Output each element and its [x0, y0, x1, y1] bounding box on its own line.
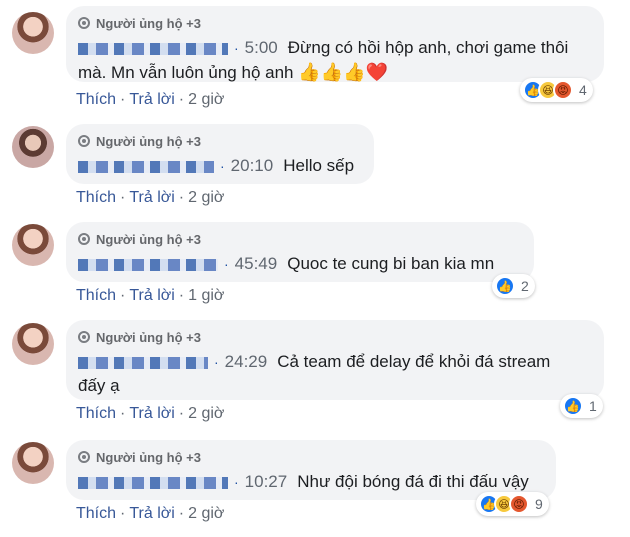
supporter-icon [78, 233, 90, 245]
supporter-badge: Người ủng hộ +3 [78, 448, 544, 466]
like-icon: 👍 [563, 396, 583, 416]
comment-bubble: Người ủng hộ +3 · 10:27 Như đội bóng đá đi… [66, 440, 556, 500]
video-timestamp[interactable]: 20:10 [231, 156, 274, 175]
separator-dot: · [224, 256, 229, 272]
comment-bubble: Người ủng hộ +3 · 5:00 Đừng có hồi hộp anh… [66, 6, 604, 82]
separator-dot: · [234, 474, 239, 490]
reply-link[interactable]: Trả lời [129, 91, 174, 108]
comment-bubble: Người ủng hộ +3 · 24:29 Cả team để delay đ… [66, 320, 604, 400]
supporter-icon [78, 135, 90, 147]
comment-text: · 20:10 Hello sếp [78, 154, 362, 178]
comment-text: · 5:00 Đừng có hồi hộp anh, chơi game thôi [78, 36, 592, 60]
blurred-author-name[interactable] [78, 258, 218, 271]
separator-dot: · [234, 40, 239, 56]
like-link[interactable]: Thích [76, 287, 116, 304]
blurred-author-name[interactable] [78, 42, 228, 55]
blurred-author-name[interactable] [78, 356, 208, 369]
comment-age[interactable]: 2 giờ [188, 505, 224, 522]
comment-bubble: Người ủng hộ +3 · 20:10 Hello sếp [66, 124, 374, 184]
supporter-icon [78, 451, 90, 463]
blurred-author-name[interactable] [78, 160, 214, 173]
video-timestamp[interactable]: 45:49 [235, 254, 278, 273]
comment-age[interactable]: 2 giờ [188, 91, 224, 108]
reaction-count: 9 [535, 496, 543, 512]
avatar[interactable] [12, 442, 54, 484]
comment-actions: Thích · Trả lời · 2 giờ [76, 505, 225, 522]
like-link[interactable]: Thích [76, 405, 116, 422]
comment-actions: Thích · Trả lời · 2 giờ [76, 189, 225, 206]
emoji-reactions-text: 👍👍👍❤️ [298, 62, 388, 82]
reaction-count: 4 [579, 82, 587, 98]
blurred-author-name[interactable] [78, 476, 228, 489]
video-timestamp[interactable]: 24:29 [225, 352, 268, 371]
video-timestamp[interactable]: 5:00 [245, 38, 278, 57]
reply-link[interactable]: Trả lời [129, 287, 174, 304]
angry-icon: 😡 [509, 494, 529, 514]
supporter-badge-label: Người ủng hộ +3 [96, 15, 201, 31]
supporter-badge: Người ủng hộ +3 [78, 14, 592, 32]
video-timestamp[interactable]: 10:27 [245, 472, 288, 491]
comment-text: · 24:29 Cả team để delay để khỏi đá stream [78, 350, 592, 374]
reply-link[interactable]: Trả lời [129, 405, 174, 422]
supporter-badge: Người ủng hộ +3 [78, 328, 592, 346]
reaction-count: 2 [521, 278, 529, 294]
comment-text: · 45:49 Quoc te cung bi ban kia mn [78, 252, 522, 276]
reaction-summary[interactable]: 👍 1 [560, 394, 603, 418]
supporter-badge: Người ủng hộ +3 [78, 132, 362, 150]
separator-dot: · [214, 354, 219, 370]
comment-actions: Thích · Trả lời · 1 giờ [76, 287, 225, 304]
reaction-count: 1 [589, 398, 597, 414]
reply-link[interactable]: Trả lời [129, 505, 174, 522]
comment-bubble: Người ủng hộ +3 · 45:49 Quoc te cung bi ba… [66, 222, 534, 282]
angry-icon: 😡 [553, 80, 573, 100]
comment-actions: Thích · Trả lời · 2 giờ [76, 405, 225, 422]
supporter-badge-label: Người ủng hộ +3 [96, 329, 201, 345]
comment-age[interactable]: 2 giờ [188, 405, 224, 422]
comment-actions: Thích · Trả lời · 2 giờ [76, 91, 225, 108]
avatar[interactable] [12, 12, 54, 54]
comment-text: · 10:27 Như đội bóng đá đi thi đấu vậy [78, 470, 544, 494]
supporter-badge-label: Người ủng hộ +3 [96, 133, 201, 149]
avatar[interactable] [12, 323, 54, 365]
avatar[interactable] [12, 126, 54, 168]
comment-age[interactable]: 1 giờ [188, 287, 224, 304]
supporter-icon [78, 17, 90, 29]
comment-age[interactable]: 2 giờ [188, 189, 224, 206]
comment-text-line2: đấy ạ [78, 376, 120, 395]
avatar[interactable] [12, 224, 54, 266]
reaction-summary[interactable]: 👍 😆 😡 9 [476, 492, 549, 516]
reaction-summary[interactable]: 👍 😆 😡 4 [520, 78, 593, 102]
supporter-icon [78, 331, 90, 343]
reply-link[interactable]: Trả lời [129, 189, 174, 206]
supporter-badge-label: Người ủng hộ +3 [96, 449, 201, 465]
like-link[interactable]: Thích [76, 189, 116, 206]
supporter-badge: Người ủng hộ +3 [78, 230, 522, 248]
supporter-badge-label: Người ủng hộ +3 [96, 231, 201, 247]
like-link[interactable]: Thích [76, 505, 116, 522]
separator-dot: · [220, 158, 225, 174]
reaction-summary[interactable]: 👍 2 [492, 274, 535, 298]
like-link[interactable]: Thích [76, 91, 116, 108]
like-icon: 👍 [495, 276, 515, 296]
comment-text-line2: mà. Mn vẫn luôn ủng hộ anh 👍👍👍❤️ [78, 62, 388, 82]
